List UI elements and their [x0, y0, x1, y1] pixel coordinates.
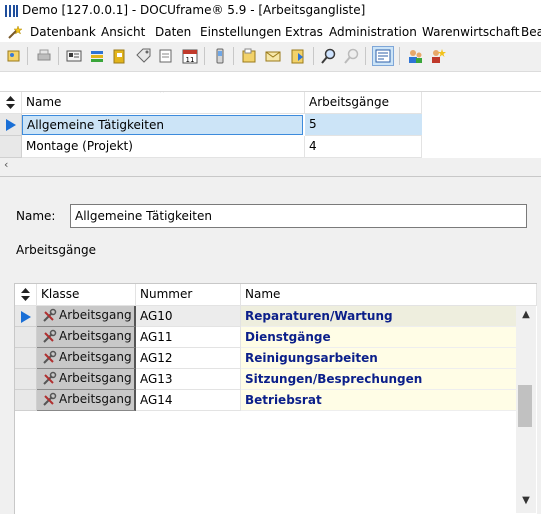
search-disabled-icon[interactable] [343, 47, 361, 65]
nummer-cell[interactable]: AG10 [136, 306, 241, 327]
scroll-thumb[interactable] [518, 385, 532, 427]
tag-icon[interactable] [134, 47, 152, 65]
people-icon[interactable] [406, 47, 424, 65]
table-row-name[interactable]: Montage (Projekt) [22, 136, 305, 158]
import-icon[interactable] [289, 47, 307, 65]
row-indicator[interactable] [15, 327, 37, 348]
tools-icon [43, 392, 57, 406]
name-cell[interactable]: Reinigungsarbeiten [241, 348, 517, 369]
column-header-name-label: Name [26, 95, 62, 109]
menu-bar: Datenbank Ansicht Daten Einstellungen Ex… [0, 22, 541, 42]
window-title: Demo [127.0.0.1] - DOCUframe® 5.9 - [Arb… [22, 3, 366, 17]
nummer-cell[interactable]: AG14 [136, 390, 241, 411]
menu-administration[interactable]: Administration [329, 25, 417, 39]
app-icon [5, 5, 18, 17]
scroll-bottom-icon[interactable]: ▼ [519, 494, 533, 508]
wand-icon[interactable] [7, 24, 23, 40]
search-icon[interactable] [320, 47, 338, 65]
tools-icon [43, 308, 57, 322]
klasse-cell[interactable]: Arbeitsgang [37, 306, 136, 327]
card-icon[interactable] [65, 47, 83, 65]
klasse-label: Arbeitsgang [59, 392, 132, 406]
klasse-label: Arbeitsgang [59, 350, 132, 364]
horizontal-scrollbar[interactable]: ‹ [0, 158, 541, 174]
tools-icon [43, 329, 57, 343]
name-cell[interactable]: Betriebsrat [241, 390, 517, 411]
email-icon[interactable] [264, 47, 282, 65]
toolbar: 11 [0, 42, 541, 72]
menu-extras[interactable]: Extras [285, 25, 323, 39]
layout-button[interactable] [372, 46, 394, 66]
menu-ansicht[interactable]: Ansicht [101, 25, 145, 39]
filter-bar [0, 72, 541, 92]
table-row-count[interactable]: 4 [305, 136, 422, 158]
menu-warenwirtschaft[interactable]: Warenwirtschaft [422, 25, 519, 39]
menu-bea[interactable]: Bea [521, 25, 541, 39]
row-indicator[interactable] [0, 114, 22, 136]
nummer-cell[interactable]: AG12 [136, 348, 241, 369]
row-header-corner[interactable] [15, 284, 37, 306]
tools-icon [43, 371, 57, 385]
row-indicator[interactable] [15, 369, 37, 390]
svg-text:11: 11 [186, 56, 195, 64]
doc-icon[interactable] [240, 47, 258, 65]
scroll-left-icon[interactable]: ‹ [4, 158, 8, 171]
table-row-count[interactable]: 5 [305, 114, 422, 136]
phone-icon[interactable] [211, 47, 229, 65]
menu-einstellungen[interactable]: Einstellungen [200, 25, 281, 39]
klasse-label: Arbeitsgang [59, 329, 132, 343]
list-icon[interactable] [88, 47, 106, 65]
klasse-cell[interactable]: Arbeitsgang [37, 348, 136, 369]
column-header-name[interactable]: Name ⌃ [22, 92, 305, 114]
column-header-arbeitsgaenge[interactable]: Arbeitsgänge [305, 92, 422, 114]
title-bar: Demo [127.0.0.1] - DOCUframe® 5.9 - [Arb… [0, 0, 541, 22]
row-indicator[interactable] [15, 306, 37, 327]
name-cell[interactable]: Dienstgänge [241, 327, 517, 348]
menu-datenbank[interactable]: Datenbank [30, 25, 96, 39]
menu-daten[interactable]: Daten [155, 25, 191, 39]
print-icon[interactable] [35, 47, 53, 65]
new-icon[interactable] [5, 47, 23, 65]
sort-toggle-icon [21, 288, 30, 301]
row-header-corner[interactable] [0, 92, 22, 114]
current-row-icon [21, 311, 31, 323]
lower-grid: Klasse Nummer Name Arbeitsgang AG10 Repara… [14, 283, 537, 514]
name-cell[interactable]: Reparaturen/Wartung [241, 306, 517, 327]
splitter[interactable] [0, 176, 541, 185]
column-header-name[interactable]: Name [241, 284, 537, 306]
current-row-icon [6, 119, 16, 131]
table-row-name[interactable]: Allgemeine Tätigkeiten [22, 115, 303, 135]
sort-toggle-icon [6, 96, 15, 109]
nummer-cell[interactable]: AG13 [136, 369, 241, 390]
layout-icon [375, 49, 391, 63]
klasse-cell[interactable]: Arbeitsgang [37, 390, 136, 411]
tools-icon [43, 350, 57, 364]
upper-grid: Name ⌃ Arbeitsgänge Allgemeine Tätigkeit… [0, 92, 541, 163]
people-star-icon[interactable] [429, 47, 447, 65]
scroll-top-icon[interactable]: ▲ [519, 308, 533, 322]
klasse-label: Arbeitsgang [59, 308, 132, 322]
notes-icon[interactable] [157, 47, 175, 65]
name-cell[interactable]: Sitzungen/Besprechungen [241, 369, 517, 390]
column-header-nummer[interactable]: Nummer [136, 284, 241, 306]
nummer-cell[interactable]: AG11 [136, 327, 241, 348]
name-field[interactable] [70, 204, 527, 228]
klasse-cell[interactable]: Arbeitsgang [37, 327, 136, 348]
calendar-icon[interactable]: 11 [181, 47, 199, 65]
name-label: Name: [16, 209, 56, 223]
klasse-cell[interactable]: Arbeitsgang [37, 369, 136, 390]
sort-arrow-icon: ⌃ [158, 92, 167, 100]
folder-icon[interactable] [111, 47, 129, 65]
row-indicator[interactable] [0, 136, 22, 158]
row-indicator[interactable] [15, 390, 37, 411]
klasse-label: Arbeitsgang [59, 371, 132, 385]
column-header-klasse[interactable]: Klasse [37, 284, 136, 306]
section-label: Arbeitsgänge [16, 243, 97, 257]
row-indicator[interactable] [15, 348, 37, 369]
